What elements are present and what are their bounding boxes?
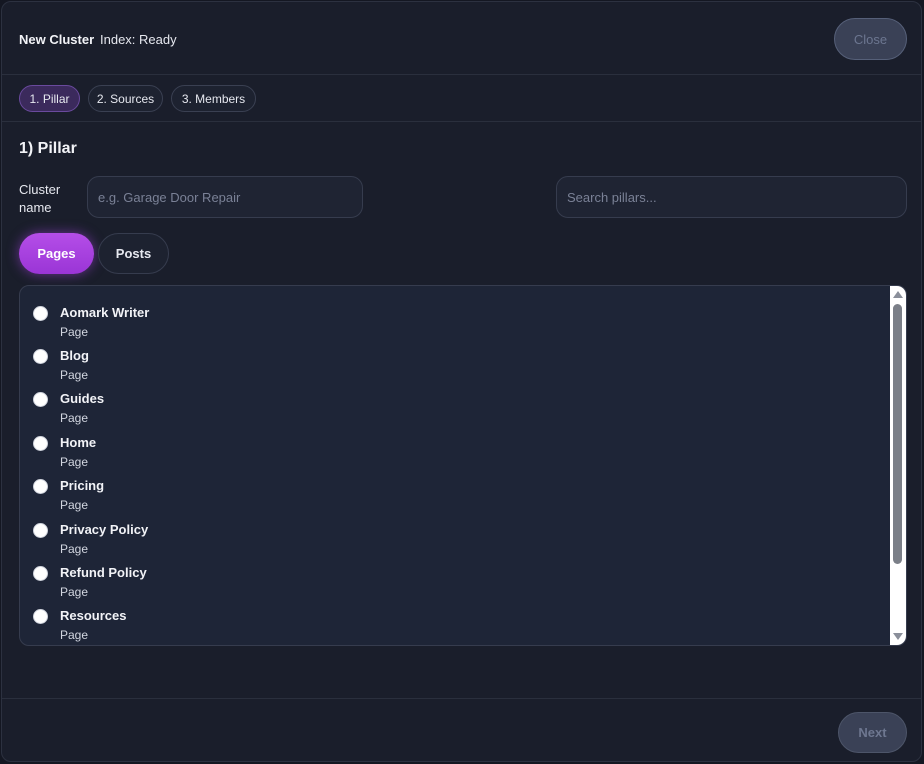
item-name: Pricing	[60, 478, 105, 493]
list-item[interactable]: Resources Page	[20, 596, 890, 642]
step-navigation: 1. Pillar 2. Sources 3. Members	[2, 75, 921, 122]
item-type: Page	[60, 628, 89, 642]
radio-button[interactable]	[33, 306, 48, 321]
list-item[interactable]: Aomark Writer Page	[20, 293, 890, 339]
radio-button[interactable]	[33, 609, 48, 624]
cluster-name-label: Cluster name	[19, 182, 61, 215]
modal-footer: Next	[2, 698, 921, 761]
modal-header: New Cluster Index: Ready Close	[2, 2, 921, 75]
radio-button[interactable]	[33, 392, 48, 407]
item-name: Resources	[60, 608, 127, 623]
pillar-list: Aomark Writer Page Blog Page Guides Page…	[19, 285, 907, 646]
list-item[interactable]: Refund Policy Page	[20, 553, 890, 599]
list-item[interactable]: Home Page	[20, 423, 890, 469]
step-sources[interactable]: 2. Sources	[88, 85, 163, 112]
scroll-thumb[interactable]	[893, 304, 902, 564]
index-status: Index: Ready	[100, 32, 177, 47]
radio-button[interactable]	[33, 349, 48, 364]
scrollbar[interactable]	[890, 286, 906, 645]
list-item[interactable]: Privacy Policy Page	[20, 510, 890, 556]
item-name: Privacy Policy	[60, 522, 149, 537]
new-cluster-modal: New Cluster Index: Ready Close 1. Pillar…	[1, 1, 922, 762]
modal-title: New Cluster	[19, 32, 95, 47]
item-name: Home	[60, 435, 97, 450]
scroll-up-arrow-icon[interactable]	[893, 291, 903, 298]
item-name: Aomark Writer	[60, 305, 150, 320]
item-name: Guides	[60, 391, 105, 406]
radio-button[interactable]	[33, 523, 48, 538]
tab-posts[interactable]: Posts	[98, 233, 169, 274]
step-pillar[interactable]: 1. Pillar	[19, 85, 80, 112]
next-button[interactable]: Next	[838, 712, 907, 753]
tab-pages[interactable]: Pages	[19, 233, 94, 274]
list-item[interactable]: Blog Page	[20, 336, 890, 382]
cluster-name-input[interactable]	[87, 176, 363, 218]
item-name: Refund Policy	[60, 565, 147, 580]
radio-button[interactable]	[33, 436, 48, 451]
scroll-down-arrow-icon[interactable]	[893, 633, 903, 640]
section-title: 1) Pillar	[19, 140, 77, 157]
radio-button[interactable]	[33, 479, 48, 494]
search-pillars-input[interactable]	[556, 176, 907, 218]
list-item[interactable]: Pricing Page	[20, 466, 890, 512]
list-item[interactable]: Guides Page	[20, 379, 890, 425]
radio-button[interactable]	[33, 566, 48, 581]
step-members[interactable]: 3. Members	[171, 85, 256, 112]
close-button[interactable]: Close	[834, 18, 907, 60]
item-name: Blog	[60, 348, 89, 363]
